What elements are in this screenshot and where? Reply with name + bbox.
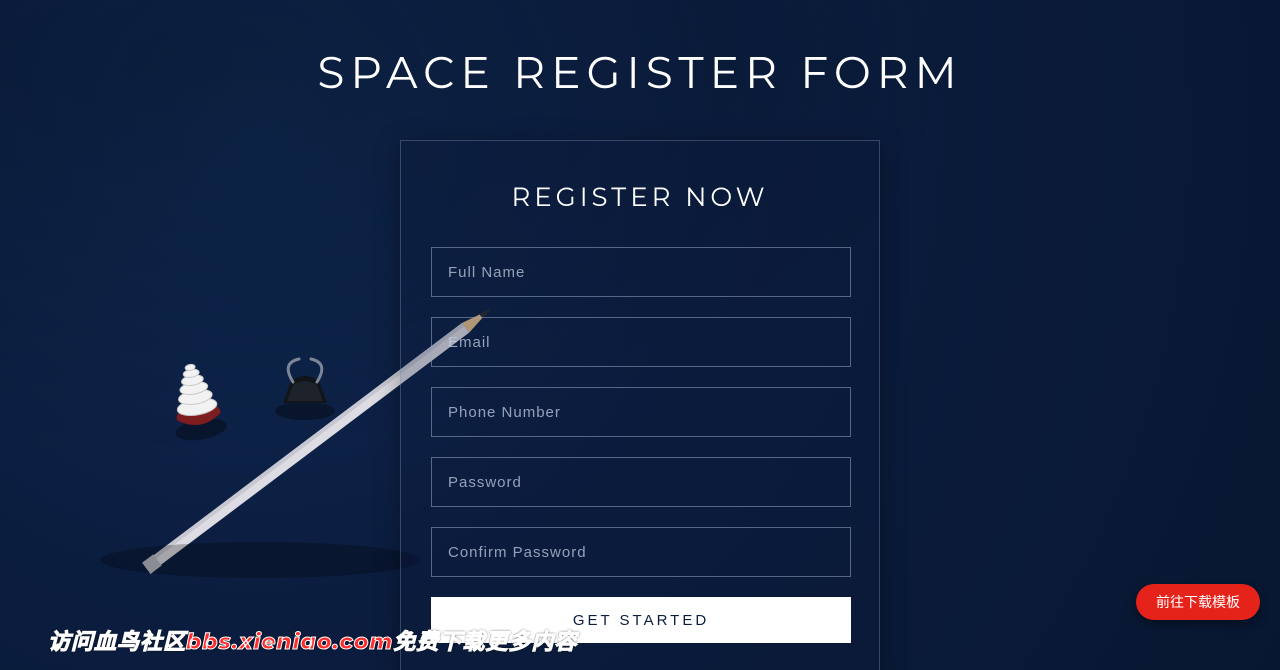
card-title: REGISTER NOW bbox=[431, 181, 849, 213]
download-template-button[interactable]: 前往下载模板 bbox=[1136, 584, 1260, 620]
email-field[interactable] bbox=[431, 317, 851, 367]
confirm-password-field[interactable] bbox=[431, 527, 851, 577]
register-card: REGISTER NOW GET STARTED bbox=[400, 140, 880, 670]
page-title: SPACE REGISTER FORM bbox=[0, 46, 1280, 100]
phone-field[interactable] bbox=[431, 387, 851, 437]
full-name-field[interactable] bbox=[431, 247, 851, 297]
watermark-text: 访问血鸟社区bbs.xieniao.com免费下载更多内容 bbox=[48, 624, 577, 656]
password-field[interactable] bbox=[431, 457, 851, 507]
